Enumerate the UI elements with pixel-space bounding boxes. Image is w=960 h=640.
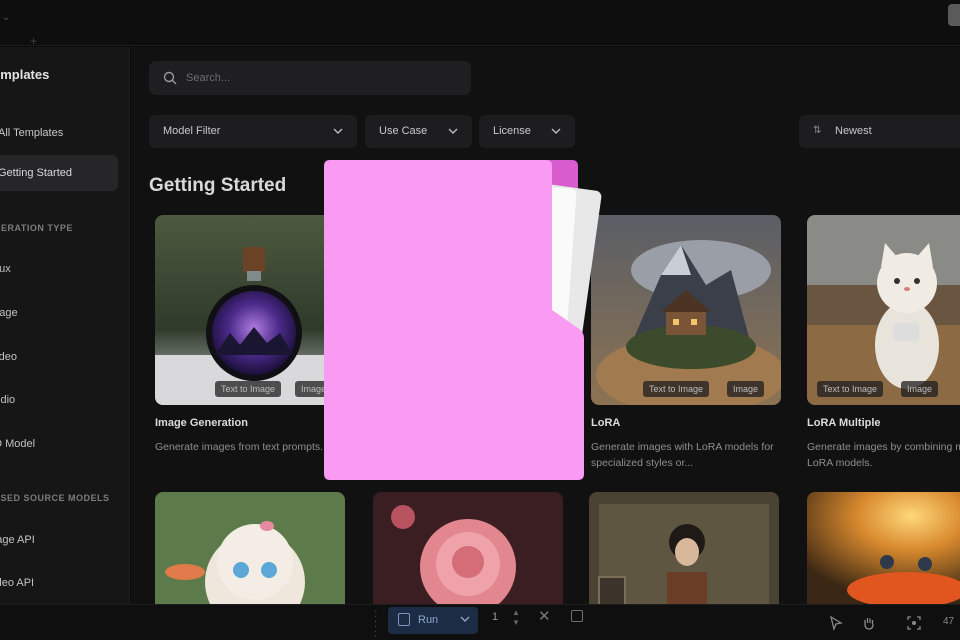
sidebar-item-audio[interactable]: Audio bbox=[0, 394, 15, 406]
search-icon bbox=[163, 71, 177, 85]
kitten-image bbox=[155, 492, 345, 604]
drag-handle-icon[interactable]: · · · · · · bbox=[374, 607, 380, 640]
sidebar-item-flux[interactable]: Flux bbox=[0, 263, 11, 275]
play-icon bbox=[398, 613, 410, 626]
folder-icon bbox=[324, 160, 602, 480]
batch-stepper[interactable]: ▲ ▼ bbox=[512, 608, 520, 628]
stop-icon[interactable] bbox=[571, 610, 583, 622]
chevron-down-icon bbox=[333, 128, 343, 134]
template-card-sunset[interactable] bbox=[807, 492, 960, 604]
template-card-rose[interactable] bbox=[373, 492, 563, 604]
sort-dropdown[interactable]: ⇅ Newest bbox=[799, 115, 960, 148]
sort-label: Newest bbox=[835, 125, 872, 137]
run-label: Run bbox=[418, 614, 439, 626]
tag-image: Image bbox=[727, 381, 765, 397]
top-bar: ⌄ + bbox=[0, 0, 960, 48]
cat-figurine-image bbox=[807, 215, 960, 405]
bottom-toolbar: · · · · · · Run 1 ▲ ▼ ✕ 47 bbox=[0, 604, 960, 640]
template-card-kitten[interactable] bbox=[155, 492, 345, 604]
run-button[interactable]: Run bbox=[388, 607, 478, 634]
sidebar-item-video-api[interactable]: Video API bbox=[0, 577, 34, 589]
model-filter-dropdown[interactable]: Model Filter bbox=[149, 115, 357, 148]
model-filter-label: Model Filter bbox=[163, 125, 221, 137]
sidebar-item-all-templates[interactable]: All Templates bbox=[0, 115, 118, 151]
license-label: License bbox=[493, 125, 531, 137]
sidebar-title: Templates bbox=[0, 67, 50, 82]
sidebar-item-image[interactable]: Image bbox=[0, 307, 18, 319]
sunset-miniature-image bbox=[807, 492, 960, 604]
corner-button[interactable] bbox=[948, 4, 960, 26]
card-title: Image Generation bbox=[155, 417, 248, 429]
card-thumbnail: Text to Image Image bbox=[807, 215, 960, 405]
close-icon[interactable]: ✕ bbox=[538, 607, 551, 625]
license-dropdown[interactable]: License bbox=[479, 115, 575, 148]
card-title: LoRA Multiple bbox=[807, 417, 881, 429]
section-title: Getting Started bbox=[149, 175, 287, 196]
sidebar-item-label: All Templates bbox=[0, 127, 64, 139]
tag-text-to-image: Text to Image bbox=[643, 381, 710, 397]
tag-text-to-image: Text to Image bbox=[817, 381, 884, 397]
portrait-image bbox=[589, 492, 779, 604]
sidebar-section-generation-type: GENERATION TYPE bbox=[0, 223, 73, 233]
sort-icon: ⇅ bbox=[813, 125, 822, 136]
sidebar-item-3d-model[interactable]: 3D Model bbox=[0, 438, 35, 450]
chevron-down-icon bbox=[551, 128, 561, 134]
batch-count-input[interactable]: 1 bbox=[492, 611, 498, 623]
tag-text-to-image: Text to Image bbox=[215, 381, 282, 397]
template-card-portrait[interactable] bbox=[589, 492, 779, 604]
bottle-galaxy-image bbox=[155, 215, 345, 405]
search-input[interactable]: Search... bbox=[149, 61, 471, 95]
hand-icon[interactable] bbox=[861, 615, 877, 631]
search-placeholder: Search... bbox=[186, 72, 231, 84]
chevron-down-icon bbox=[448, 128, 458, 134]
zoom-level[interactable]: 47 bbox=[943, 616, 954, 627]
use-case-label: Use Case bbox=[379, 125, 428, 137]
sidebar-item-video[interactable]: Video bbox=[0, 351, 17, 363]
tag-image: Image bbox=[901, 381, 939, 397]
rose-image bbox=[373, 492, 563, 604]
pointer-icon[interactable] bbox=[828, 615, 844, 631]
chevron-down-icon[interactable] bbox=[460, 615, 470, 623]
fit-view-icon[interactable] bbox=[906, 615, 922, 631]
templates-sidebar: Templates All Templates Getting Started … bbox=[0, 47, 130, 604]
sidebar-section-closed-source: CLOSED SOURCE MODELS bbox=[0, 493, 110, 503]
card-thumbnail: Text to Image Image bbox=[155, 215, 345, 405]
sidebar-item-getting-started[interactable]: Getting Started bbox=[0, 155, 118, 191]
add-tab-icon[interactable]: + bbox=[30, 34, 37, 48]
chevron-down-icon[interactable]: ⌄ bbox=[2, 12, 10, 23]
use-case-dropdown[interactable]: Use Case bbox=[365, 115, 472, 148]
sidebar-item-label: Getting Started bbox=[0, 167, 72, 179]
sidebar-item-image-api[interactable]: Image API bbox=[0, 534, 35, 546]
card-description: Generate images by combining multiple Lo… bbox=[807, 441, 960, 469]
card-description: Generate images from text prompts. bbox=[155, 441, 324, 453]
